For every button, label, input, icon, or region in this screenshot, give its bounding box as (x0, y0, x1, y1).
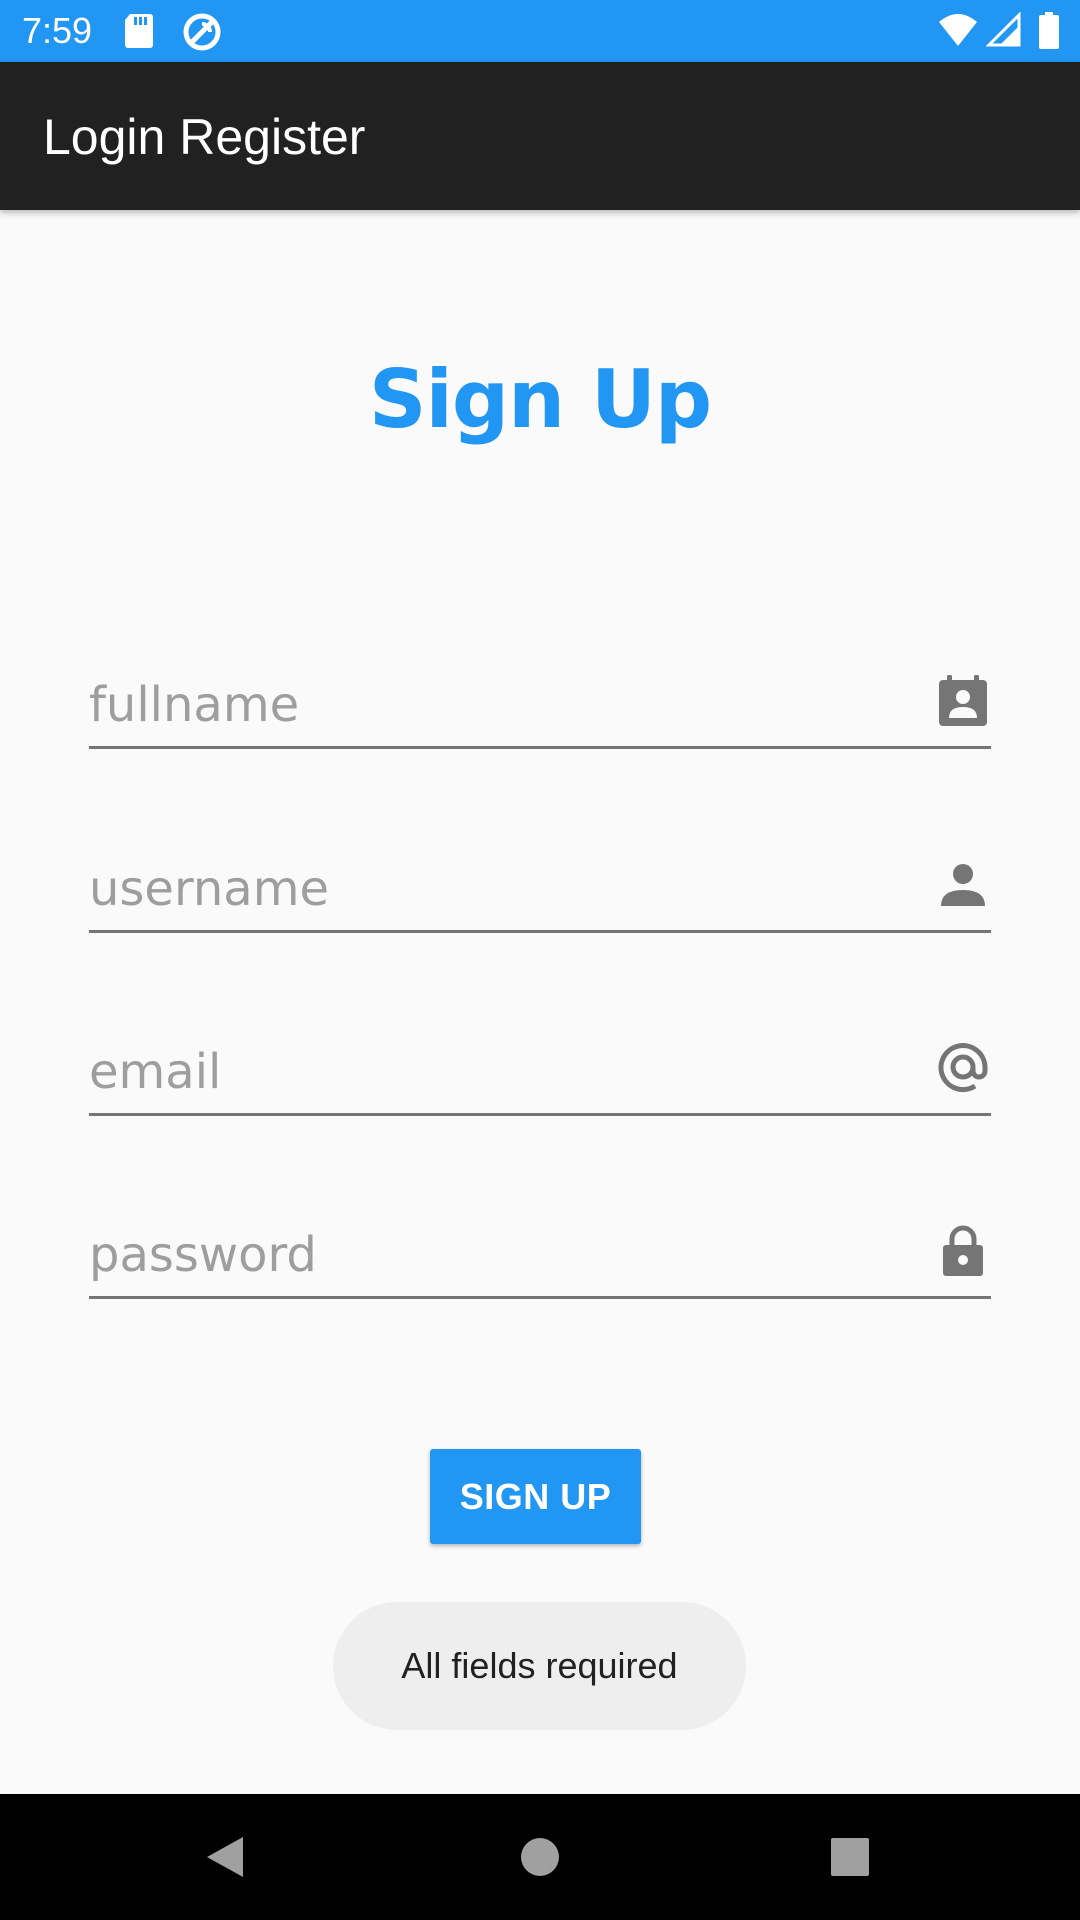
home-button[interactable] (460, 1794, 620, 1920)
navigation-bar (0, 1794, 1080, 1920)
sync-icon (183, 13, 221, 51)
contact-card-icon (939, 675, 987, 726)
username-input[interactable] (89, 854, 889, 924)
status-bar: 7:59 (0, 0, 1080, 62)
recents-button[interactable] (770, 1794, 930, 1920)
recents-icon (831, 1838, 869, 1876)
sd-card-icon (125, 14, 153, 48)
home-icon (521, 1838, 559, 1876)
fullname-input[interactable] (89, 670, 889, 740)
username-field (89, 820, 991, 933)
email-input[interactable] (89, 1037, 889, 1107)
app-title: Login Register (43, 109, 366, 165)
back-icon (207, 1837, 243, 1877)
signup-screen: 7:59 Login Register Sign Up fullname use… (0, 0, 1080, 1920)
toast-message: All fields required (333, 1602, 746, 1730)
password-input[interactable] (89, 1220, 889, 1290)
at-sign-icon (938, 1043, 988, 1093)
password-field (89, 1186, 991, 1299)
wifi-icon (939, 14, 978, 46)
person-icon (941, 864, 985, 906)
fullname-field (89, 636, 991, 749)
signal-icon (985, 12, 1021, 47)
status-time: 7:59 (22, 10, 93, 51)
battery-icon (1039, 12, 1059, 49)
sign-up-button[interactable]: SIGN UP (430, 1449, 641, 1544)
lock-icon (943, 1225, 983, 1276)
page-heading: Sign Up (368, 353, 712, 446)
back-button[interactable] (145, 1794, 305, 1920)
app-bar: Login Register (0, 62, 1080, 210)
email-field (89, 1003, 991, 1116)
